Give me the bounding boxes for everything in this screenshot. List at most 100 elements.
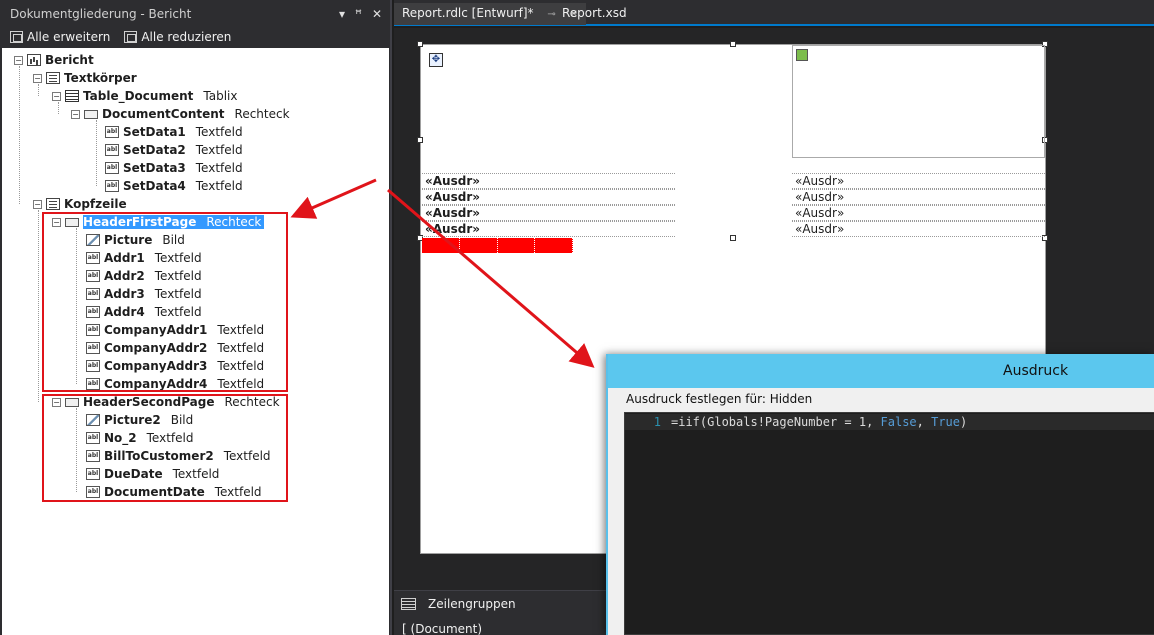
tree-node-label: SetData4 (123, 179, 186, 193)
code-text: =iif(Globals!PageNumber = 1, False, True… (671, 415, 967, 429)
tree-guide-line (96, 120, 97, 186)
tree-node-type: Textfeld (195, 125, 243, 139)
tree-node-setdata1[interactable]: abl SetData1 Textfeld (105, 123, 243, 141)
expression-target-label: Ausdruck festlegen für: Hidden (626, 392, 813, 406)
textbox-icon: abl (105, 144, 119, 156)
collapse-toggle-icon[interactable]: − (71, 109, 80, 119)
collapse-all-button[interactable]: Alle reduzieren (124, 30, 231, 44)
tree-node-type: Textfeld (195, 179, 243, 193)
bar-segment (422, 238, 460, 253)
expression-field-right[interactable]: «Ausdr» (792, 173, 1045, 189)
resize-handle[interactable] (730, 235, 736, 241)
resize-handle[interactable] (730, 41, 736, 47)
expression-field-right[interactable]: «Ausdr» (792, 221, 1045, 237)
dialog-title: Ausdruck (608, 354, 1154, 388)
document-tab-bar: Report.rdlc [Entwurf]* ⊸ ✕ Report.xsd (394, 0, 1154, 26)
pin-icon[interactable]: ꟸ (355, 4, 362, 24)
collapse-toggle-icon[interactable]: − (33, 199, 42, 209)
row-groups-pane: Zeilengruppen [ (Document) (394, 590, 610, 635)
textbox-icon: abl (105, 180, 119, 192)
tree-guide-line (38, 210, 39, 402)
panel-title: Dokumentgliederung - Bericht (10, 7, 192, 21)
row-groups-icon (401, 598, 416, 610)
tree-node-setdata4[interactable]: abl SetData4 Textfeld (105, 177, 243, 195)
close-icon[interactable]: ✕ (372, 4, 382, 24)
tree-node-label: SetData1 (123, 125, 186, 139)
expression-field-right[interactable]: «Ausdr» (792, 205, 1045, 221)
outline-toolbar: Alle erweitern Alle reduzieren (0, 26, 390, 48)
expression-dialog: Ausdruck Ausdruck festlegen für: Hidden … (606, 354, 1154, 635)
move-handle-icon[interactable]: ✥ (429, 53, 443, 67)
code-line: 1 =iif(Globals!PageNumber = 1, False, Tru… (625, 414, 1154, 430)
row-group-label: (Document) (410, 622, 483, 635)
row-groups-title: Zeilengruppen (428, 597, 516, 611)
tree-node-bericht[interactable]: − Bericht (14, 51, 94, 69)
resize-handle[interactable] (417, 137, 423, 143)
collapse-toggle-icon[interactable]: − (33, 73, 42, 83)
tree-node-document-content[interactable]: − DocumentContent Rechteck (71, 105, 290, 123)
tab-label: Report.rdlc [Entwurf]* (402, 6, 534, 20)
bar-segment (460, 238, 498, 253)
resize-handle[interactable] (417, 41, 423, 47)
rectangle-icon (84, 109, 98, 119)
expand-all-button[interactable]: Alle erweitern (10, 30, 110, 44)
tree-node-label: SetData2 (123, 143, 186, 157)
textbox-icon: abl (105, 126, 119, 138)
row-group-item[interactable]: [ (Document) (402, 622, 482, 635)
expression-field-left[interactable]: «Ausdr» (422, 173, 675, 189)
tab-label: Report.xsd (562, 6, 627, 20)
expression-field-left[interactable]: «Ausdr» (422, 205, 675, 221)
tree-node-label: Kopfzeile (64, 197, 127, 211)
code-keyword-false: False (880, 415, 917, 429)
tree-node-type: Textfeld (195, 161, 243, 175)
tree-node-table-document[interactable]: − Table_Document Tablix (52, 87, 237, 105)
expression-field-right[interactable]: «Ausdr» (792, 189, 1045, 205)
page-header-icon (46, 198, 60, 210)
bar-segment (535, 238, 573, 253)
hidden-field-bar[interactable] (422, 238, 573, 253)
bar-segment (498, 238, 536, 253)
code-prefix: =iif(Globals!PageNumber = 1, (671, 415, 881, 429)
tree-node-textkoerper[interactable]: − Textkörper (33, 69, 137, 87)
outline-tree: − Bericht − Textkörper − Table_Document … (2, 48, 389, 635)
image-icon (796, 49, 808, 61)
collapse-all-icon (124, 31, 138, 43)
panel-title-bar: Dokumentgliederung - Bericht ▾ ꟸ ✕ (0, 4, 390, 26)
tree-node-type: Rechteck (234, 107, 290, 121)
group-bracket: [ (402, 622, 407, 635)
tab-report-xsd[interactable]: Report.xsd (554, 3, 635, 25)
report-icon (27, 54, 41, 66)
document-outline-panel: Dokumentgliederung - Bericht ▾ ꟸ ✕ Alle … (0, 0, 392, 635)
row-groups-header: Zeilengruppen (401, 597, 516, 611)
expression-editor[interactable]: 1 =iif(Globals!PageNumber = 1, False, Tru… (624, 412, 1154, 635)
code-separator: , (916, 415, 932, 429)
code-suffix: ) (960, 415, 968, 429)
tablix-icon (65, 90, 79, 102)
tree-node-label: SetData3 (123, 161, 186, 175)
tree-node-label: Textkörper (64, 71, 137, 85)
tree-node-label: Table_Document (83, 89, 194, 103)
picture-placeholder[interactable] (792, 45, 1045, 158)
expand-all-label: Alle erweitern (27, 30, 111, 44)
report-body-icon (46, 72, 60, 84)
tree-guide-line (19, 66, 20, 204)
highlight-box-second-page (42, 394, 288, 502)
collapse-all-label: Alle reduzieren (141, 30, 232, 44)
tree-node-kopfzeile[interactable]: − Kopfzeile (33, 195, 127, 213)
tree-node-label: DocumentContent (102, 107, 225, 121)
collapse-toggle-icon[interactable]: − (14, 55, 23, 65)
expand-all-icon (10, 31, 23, 43)
tree-node-setdata3[interactable]: abl SetData3 Textfeld (105, 159, 243, 177)
expression-field-left[interactable]: «Ausdr» (422, 189, 675, 205)
code-keyword-true: True (931, 415, 960, 429)
tree-node-type: Tablix (203, 89, 238, 103)
collapse-toggle-icon[interactable]: − (52, 91, 61, 101)
line-number: 1 (653, 415, 661, 429)
tree-node-label: Bericht (45, 53, 94, 67)
highlight-box-first-page (42, 212, 288, 392)
dropdown-icon[interactable]: ▾ (339, 4, 345, 24)
textbox-icon: abl (105, 162, 119, 174)
tree-node-type: Textfeld (195, 143, 243, 157)
expression-field-left[interactable]: «Ausdr» (422, 221, 675, 237)
tree-node-setdata2[interactable]: abl SetData2 Textfeld (105, 141, 243, 159)
